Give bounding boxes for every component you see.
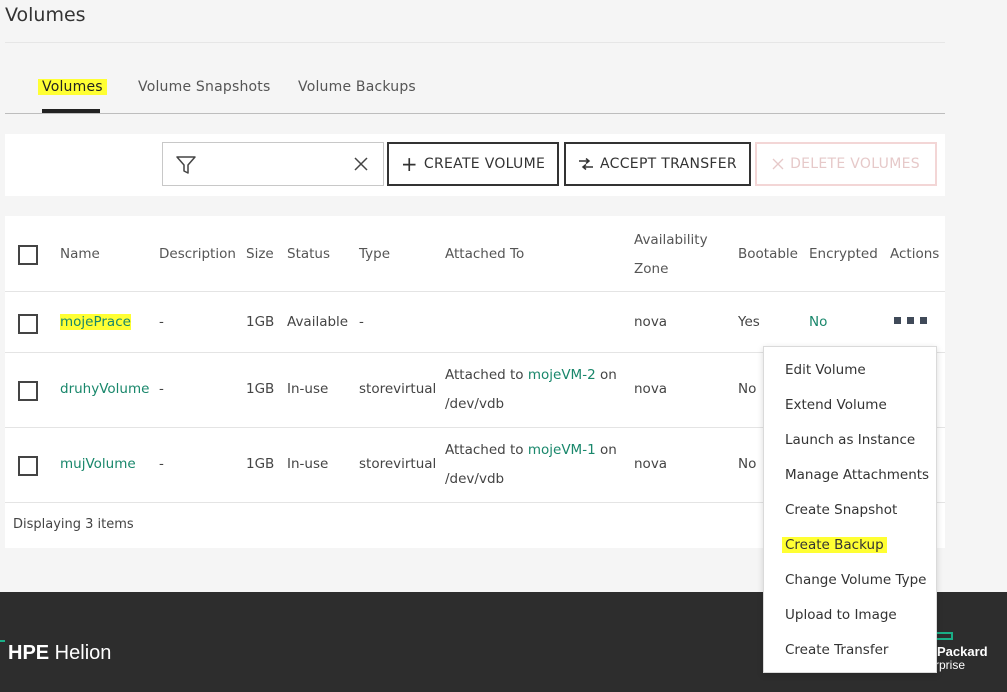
row-actions-button[interactable]: [894, 317, 932, 327]
cell-attached-device: /dev/vdb: [445, 471, 505, 487]
title-divider: [5, 42, 945, 43]
delete-icon: [772, 158, 784, 170]
delete-volumes-button[interactable]: DELETE VOLUMES: [755, 142, 937, 186]
header-type[interactable]: Type: [359, 246, 390, 262]
filter-box: [162, 142, 384, 186]
menu-item-create-backup-label: Create Backup: [782, 537, 887, 553]
cell-type: storevirtual: [359, 381, 437, 397]
volume-name-link[interactable]: mojePrace: [60, 308, 131, 337]
header-availability-zone-line2: Zone: [634, 261, 669, 277]
page-title: Volumes: [5, 4, 86, 26]
header-bootable[interactable]: Bootable: [738, 246, 798, 262]
company-line2: rprise: [935, 658, 966, 672]
cell-size: 1GB: [246, 381, 275, 397]
tab-volume-backups[interactable]: Volume Backups: [298, 79, 416, 95]
header-actions: Actions: [890, 246, 940, 262]
menu-item-launch-as-instance[interactable]: Launch as Instance: [785, 432, 915, 448]
menu-item-change-volume-type[interactable]: Change Volume Type: [785, 572, 927, 588]
volume-name-link[interactable]: druhyVolume: [60, 375, 149, 404]
volume-name: mojePrace: [60, 314, 131, 330]
cell-attached-device: /dev/vdb: [445, 396, 505, 412]
header-size[interactable]: Size: [246, 246, 274, 262]
header-attached-to[interactable]: Attached To: [445, 246, 524, 262]
menu-item-create-backup[interactable]: Create Backup: [782, 537, 887, 553]
header-status[interactable]: Status: [287, 246, 330, 262]
cell-bootable: No: [738, 381, 757, 397]
cell-type: -: [359, 314, 364, 330]
header-divider: [5, 291, 945, 292]
header-encrypted[interactable]: Encrypted: [809, 246, 878, 262]
cell-status: In-use: [287, 456, 329, 472]
row-checkbox[interactable]: [18, 381, 38, 401]
header-description[interactable]: Description: [159, 246, 236, 262]
cell-encrypted[interactable]: No: [809, 308, 827, 337]
accept-transfer-button[interactable]: ACCEPT TRANSFER: [564, 142, 751, 186]
cell-type: storevirtual: [359, 456, 437, 472]
select-all-checkbox[interactable]: [18, 245, 38, 265]
cell-status: Available: [287, 314, 349, 330]
volume-tabs: Volumes Volume Snapshots Volume Backups: [5, 70, 945, 114]
cell-zone: nova: [634, 456, 668, 472]
attached-prefix: Attached to: [445, 367, 528, 383]
cell-description: -: [159, 456, 164, 472]
attached-suffix: on: [595, 442, 617, 458]
delete-volumes-label: DELETE VOLUMES: [790, 156, 920, 172]
cell-status: In-use: [287, 381, 329, 397]
transfer-icon: [579, 158, 594, 170]
attached-suffix: on: [595, 367, 617, 383]
brand-name: Helion: [49, 642, 112, 664]
menu-item-manage-attachments[interactable]: Manage Attachments: [785, 467, 929, 483]
cell-zone: nova: [634, 381, 668, 397]
cell-attached-to: Attached to mojeVM-1 on: [445, 436, 617, 465]
menu-item-upload-to-image[interactable]: Upload to Image: [785, 607, 897, 623]
cell-zone: nova: [634, 314, 668, 330]
item-count: Displaying 3 items: [13, 517, 134, 532]
cell-bootable: Yes: [738, 314, 760, 330]
tab-volumes-label: Volumes: [38, 79, 107, 95]
volume-name-link[interactable]: mujVolume: [60, 450, 136, 479]
create-volume-label: CREATE VOLUME: [423, 156, 546, 172]
tab-volumes[interactable]: Volumes: [38, 79, 107, 95]
brand-bold: HPE: [8, 642, 50, 664]
menu-item-extend-volume[interactable]: Extend Volume: [785, 397, 887, 413]
attached-vm-link[interactable]: mojeVM-2: [528, 367, 596, 383]
cell-description: -: [159, 314, 164, 330]
accept-transfer-label: ACCEPT TRANSFER: [600, 156, 737, 172]
row-checkbox[interactable]: [18, 314, 38, 334]
product-brand: HPE Helion: [8, 642, 111, 665]
cell-size: 1GB: [246, 456, 275, 472]
hpe-logo-icon: [935, 632, 953, 640]
cell-size: 1GB: [246, 314, 275, 330]
header-availability-zone[interactable]: Availability: [634, 232, 708, 248]
company-line1: Packard: [937, 644, 988, 659]
filter-input[interactable]: [205, 151, 335, 177]
cell-bootable: No: [738, 456, 757, 472]
menu-item-edit-volume[interactable]: Edit Volume: [785, 362, 866, 378]
row-checkbox[interactable]: [18, 456, 38, 476]
header-name[interactable]: Name: [60, 246, 100, 262]
attached-vm-link[interactable]: mojeVM-1: [528, 442, 596, 458]
toolbar: + CREATE VOLUME ACCEPT TRANSFER DELETE V…: [5, 134, 945, 196]
menu-item-create-transfer[interactable]: Create Transfer: [785, 642, 888, 658]
tab-volume-snapshots[interactable]: Volume Snapshots: [138, 79, 270, 95]
hpe-mark-icon: [0, 640, 5, 650]
actions-dropdown-menu: Edit Volume Extend Volume Launch as Inst…: [763, 346, 937, 673]
filter-icon: [176, 156, 196, 174]
create-volume-button[interactable]: + CREATE VOLUME: [387, 142, 559, 186]
menu-item-create-snapshot[interactable]: Create Snapshot: [785, 502, 897, 518]
cell-attached-to: Attached to mojeVM-2 on: [445, 361, 617, 390]
close-icon[interactable]: [353, 156, 369, 172]
plus-icon: +: [400, 152, 418, 176]
active-tab-indicator: [42, 109, 100, 113]
attached-prefix: Attached to: [445, 442, 528, 458]
cell-description: -: [159, 381, 164, 397]
